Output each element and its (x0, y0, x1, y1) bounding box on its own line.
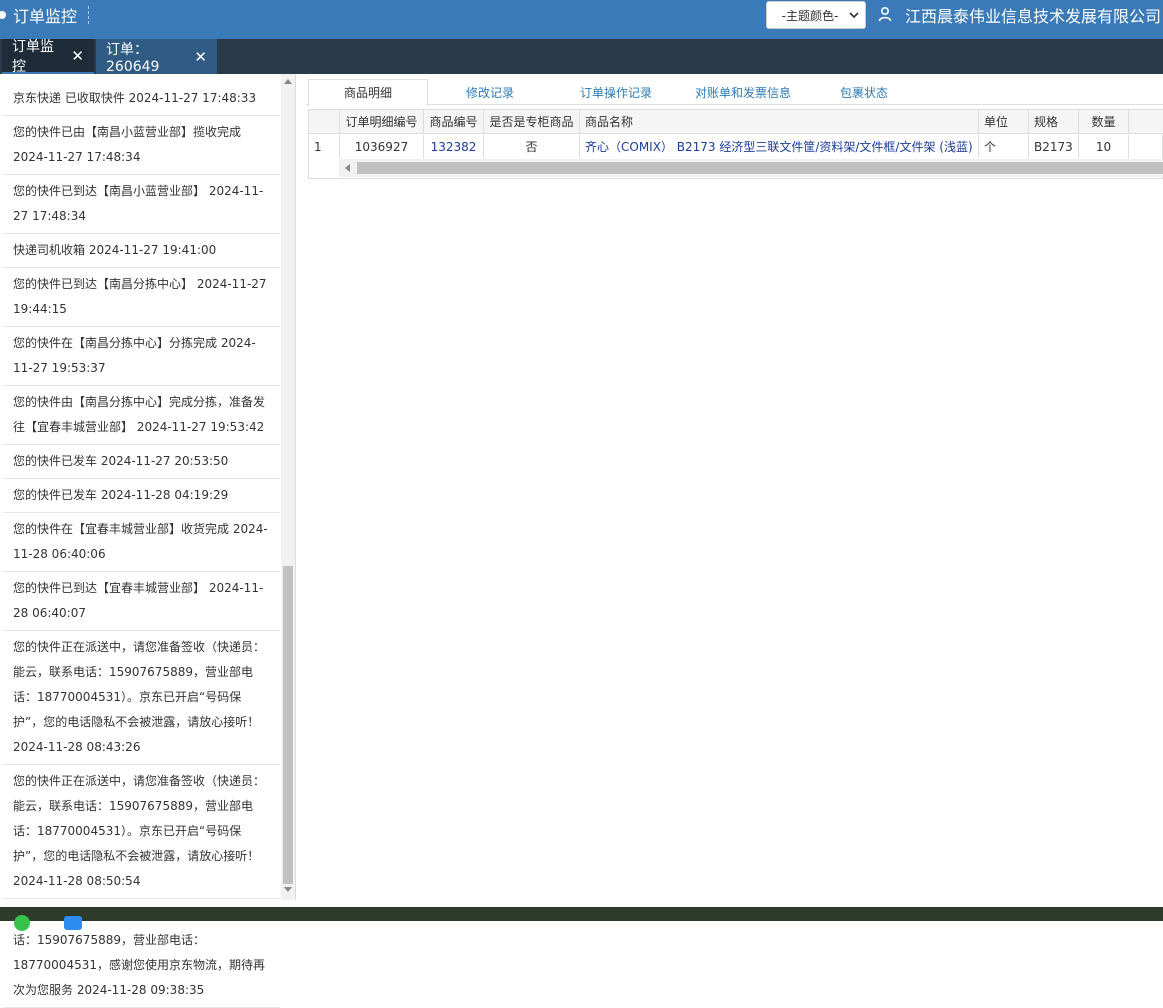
grid-header-cell[interactable]: 是否是专柜商品 (484, 110, 580, 133)
tracking-item: 您的快件由【南昌分拣中心】完成分拣，准备发往【宜春丰城营业部】 2024-11-… (3, 386, 280, 445)
app-icon[interactable] (14, 915, 30, 931)
unit-cell: 个 (979, 135, 1029, 158)
tracking-item: 您的快件在【宜春丰城营业部】收货完成 2024-11-28 06:40:06 (3, 513, 280, 572)
brand-dot-icon (0, 11, 6, 19)
brand: 订单监控 (0, 0, 77, 30)
quantity-cell: 10 (1079, 135, 1129, 158)
tracking-item: 京东快递 已收取快件 2024-11-27 17:48:33 (3, 82, 280, 116)
tab-order-detail[interactable]: 订单：260649 ✕ (96, 39, 217, 75)
grid-header-cell (309, 110, 340, 133)
tab-order-monitor[interactable]: 订单监控 ✕ (2, 38, 94, 75)
table-row[interactable]: 1 1036927 132382 否 齐心（COMIX） B2173 经济型三联… (309, 135, 1163, 158)
grid-header-row: 订单明细编号 商品编号 是否是专柜商品 商品名称 单位 规格 数量 (309, 110, 1163, 134)
app-title: 订单监控 (13, 7, 78, 26)
tracking-item: 您的快件已发车 2024-11-28 04:19:29 (3, 479, 280, 513)
tracking-item: 您的快件在【南昌分拣中心】分拣完成 2024-11-27 19:53:37 (3, 327, 280, 386)
top-bar: 订单监控 -主题颜色- 江西晨泰伟业信息技术发展有限公司 (0, 0, 1163, 39)
theme-select-value: -主题颜色- (781, 8, 839, 23)
extra-cell (1129, 135, 1163, 158)
detail-id-cell: 1036927 (340, 135, 424, 158)
scrollbar-thumb[interactable] (283, 566, 293, 884)
close-icon[interactable]: ✕ (71, 47, 84, 65)
horizontal-scrollbar[interactable] (339, 159, 1163, 177)
tab-label: 订单监控 (12, 38, 54, 75)
vertical-scrollbar[interactable] (281, 74, 295, 900)
grid-header-cell[interactable]: 商品名称 (580, 110, 979, 133)
product-id-link[interactable]: 132382 (424, 135, 484, 158)
counter-product-cell: 否 (484, 135, 580, 158)
scroll-left-icon[interactable] (345, 164, 350, 172)
tracking-item: 您的快件已到达【宜春丰城营业部】 2024-11-28 06:40:07 (3, 572, 280, 631)
tracking-item: 您的快件正在派送中，请您准备签收（快递员：能云，联系电话：15907675889… (3, 631, 280, 765)
header-divider (88, 6, 89, 24)
product-name-link[interactable]: 齐心（COMIX） B2173 经济型三联文件筐/资料架/文件框/文件架 (浅蓝… (580, 135, 979, 158)
grid-header-cell[interactable]: 订单明细编号 (340, 110, 424, 133)
scroll-down-icon[interactable] (284, 887, 292, 892)
tracking-item: 您的快件已到达【南昌小蓝营业部】 2024-11-27 17:48:34 (3, 175, 280, 234)
grid-header-cell[interactable]: 单位 (979, 110, 1029, 133)
row-number: 1 (309, 135, 340, 158)
grid-header-cell (1129, 110, 1163, 133)
theme-color-select[interactable]: -主题颜色- (766, 1, 866, 29)
subtab-change-log[interactable]: 修改记录 (442, 79, 538, 106)
tracking-item: 快递司机收箱 2024-11-27 19:41:00 (3, 234, 280, 268)
chevron-down-icon (849, 12, 859, 19)
app-icon[interactable] (64, 916, 82, 930)
detail-tabs: 商品明细 修改记录 订单操作记录 对账单和发票信息 包裹状态 (306, 77, 1163, 106)
subtab-invoice-info[interactable]: 对账单和发票信息 (678, 79, 808, 106)
order-detail-panel: 商品明细 修改记录 订单操作记录 对账单和发票信息 包裹状态 订单明细编号 商品… (302, 74, 1163, 900)
taskbar (0, 907, 1163, 931)
scrollbar-thumb[interactable] (357, 162, 1163, 174)
user-icon[interactable] (877, 6, 893, 22)
subtab-package-status[interactable]: 包裹状态 (814, 79, 914, 106)
tracking-panel: 京东快递 已收取快件 2024-11-27 17:48:33 您的快件已由【南昌… (0, 74, 296, 1008)
grid-header-cell[interactable]: 数量 (1079, 110, 1129, 133)
tracking-item: 您的快件已发车 2024-11-27 20:53:50 (3, 445, 280, 479)
tab-bar: 订单监控 ✕ 订单：260649 ✕ (0, 38, 1163, 75)
company-name: 江西晨泰伟业信息技术发展有限公司 (905, 7, 1162, 26)
subtab-product-detail[interactable]: 商品明细 (308, 79, 428, 106)
tracking-list: 京东快递 已收取快件 2024-11-27 17:48:33 您的快件已由【南昌… (3, 82, 280, 1008)
subtab-operation-log[interactable]: 订单操作记录 (561, 79, 671, 106)
grid-header-cell[interactable]: 商品编号 (424, 110, 484, 133)
tracking-item: 您的快件已到达【南昌分拣中心】 2024-11-27 19:44:15 (3, 268, 280, 327)
tracking-item: 您的快件正在派送中，请您准备签收（快递员：能云，联系电话：15907675889… (3, 765, 280, 899)
product-grid: 订单明细编号 商品编号 是否是专柜商品 商品名称 单位 规格 数量 1 1036… (308, 109, 1163, 179)
tracking-item: 您的快件已由【南昌小蓝营业部】揽收完成 2024-11-27 17:48:34 (3, 116, 280, 175)
grid-header-cell[interactable]: 规格 (1029, 110, 1079, 133)
scroll-up-icon[interactable] (284, 79, 292, 84)
spec-cell: B2173 (1029, 135, 1079, 158)
close-icon[interactable]: ✕ (194, 48, 207, 66)
tab-label: 订单：260649 (106, 41, 160, 75)
